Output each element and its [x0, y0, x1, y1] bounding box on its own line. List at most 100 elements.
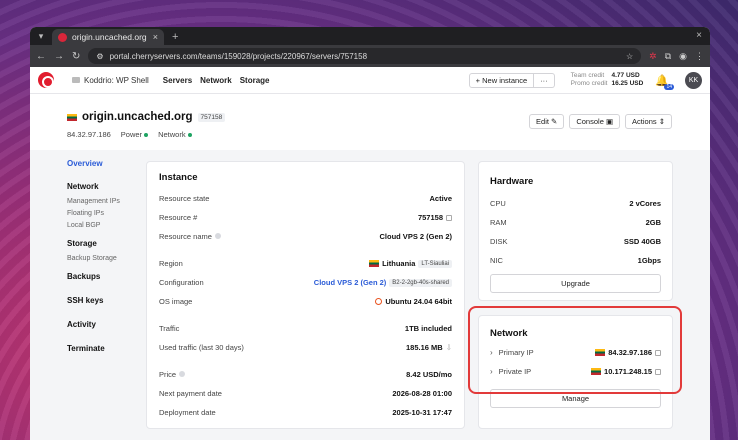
price-label: Price [159, 370, 177, 379]
console-button[interactable]: Console ▣ [569, 114, 621, 129]
url-field[interactable]: ⚙ portal.cherryservers.com/teams/159028/… [88, 48, 642, 64]
sidebar-item-network[interactable]: Network [67, 182, 147, 191]
hardware-row-disk: DISK SSD 40GB [490, 232, 661, 251]
power-status: Power [120, 130, 149, 139]
server-header: origin.uncached.org 757158 84.32.97.186 … [67, 111, 226, 139]
info-icon[interactable] [214, 233, 221, 239]
more-button[interactable]: ··· [534, 72, 555, 88]
row-configuration: Configuration Cloud VPS 2 (Gen 2) B2-2-2gb… [159, 273, 452, 292]
notifications-bell-icon[interactable]: 🔔 14 [655, 74, 674, 90]
used-traffic-label: Used traffic (last 30 days) [159, 343, 244, 352]
resource-name-label: Resource name [159, 232, 212, 241]
row-next-payment: Next payment date 2026-08-28 01:00 [159, 384, 452, 403]
site-info-icon[interactable]: ⚙ [96, 52, 103, 61]
resource-number-label: Resource # [159, 213, 198, 222]
server-sidebar: Overview Network Management IPs Floating… [67, 159, 147, 363]
resource-state-value: Active [429, 194, 452, 203]
browser-window: ▾ origin.uncached.org (7… × + × ← → ↻ ⚙ … [30, 27, 710, 440]
app-header: Koddrio: WP Shell Servers Network Storag… [30, 67, 710, 94]
row-resource-state: Resource state Active [159, 189, 452, 208]
nav-servers[interactable]: Servers [163, 76, 192, 85]
bookmark-star-icon[interactable]: ☆ [626, 52, 633, 61]
region-chip: LT-Siauliai [418, 259, 452, 268]
browser-menu-icon[interactable]: ⋮ [695, 51, 704, 62]
price-value: 8.42 USD/mo [406, 370, 452, 379]
sidebar-item-terminate[interactable]: Terminate [67, 344, 147, 353]
sidebar-item-floating-ips[interactable]: Floating IPs [67, 208, 147, 220]
sidebar-item-ssh-keys[interactable]: SSH keys [67, 296, 147, 305]
info-icon[interactable] [179, 371, 186, 377]
sidebar-item-overview[interactable]: Overview [67, 159, 147, 168]
extensions-puzzle-icon[interactable]: ⧉ [665, 51, 671, 62]
copy-icon[interactable] [446, 214, 452, 221]
hardware-card: Hardware CPU 2 vCores RAM 2GB DISK SSD 40GB… [478, 161, 673, 301]
nav-storage[interactable]: Storage [240, 76, 270, 85]
folder-icon [72, 77, 80, 83]
team-credit-label: Team credit [570, 72, 605, 79]
instance-card-title: Instance [159, 172, 198, 183]
region-value: Lithuania [382, 259, 416, 268]
lithuania-flag-icon [369, 260, 380, 267]
team-selector[interactable]: Koddrio: WP Shell [72, 76, 149, 85]
download-icon[interactable]: ⇩ [446, 343, 452, 352]
resource-state-label: Resource state [159, 194, 210, 203]
power-label: Power [120, 130, 143, 139]
close-window-icon[interactable]: × [696, 30, 702, 41]
deployment-date-label: Deployment date [159, 408, 216, 417]
sidebar-item-backups[interactable]: Backups [67, 272, 147, 281]
tab-title: origin.uncached.org (7… [72, 32, 148, 42]
sidebar-item-backup-storage[interactable]: Backup Storage [67, 253, 147, 265]
nic-value: 1Gbps [637, 256, 661, 265]
reload-icon[interactable]: ↻ [72, 51, 80, 62]
profile-icon[interactable]: ◉ [679, 51, 687, 62]
extension-icon[interactable]: ✲ [649, 51, 657, 62]
traffic-label: Traffic [159, 324, 180, 333]
configuration-link[interactable]: Cloud VPS 2 (Gen 2) [314, 278, 387, 287]
instance-card: Instance Resource state Active Resource #… [146, 161, 465, 429]
power-status-dot [144, 133, 149, 137]
back-icon[interactable]: ← [36, 51, 46, 62]
row-used-traffic: Used traffic (last 30 days) 185.16 MB ⇩ [159, 338, 452, 357]
tab-search-icon[interactable]: ▾ [34, 29, 48, 43]
network-highlight-box [468, 306, 682, 394]
next-payment-value: 2026-08-28 01:00 [392, 389, 452, 398]
disk-value: SSD 40GB [623, 237, 661, 246]
page-title: origin.uncached.org [82, 111, 193, 123]
network-label: Network [158, 130, 186, 139]
region-label: Region [159, 259, 183, 268]
lithuania-flag-icon [67, 113, 77, 121]
notification-count-badge: 14 [664, 83, 674, 90]
os-image-value: Ubuntu 24.04 64bit [385, 297, 452, 306]
traffic-value: 1TB included [404, 324, 452, 333]
sidebar-item-management-ips[interactable]: Management IPs [67, 196, 147, 208]
actions-button[interactable]: Actions ⇕ [625, 114, 672, 129]
server-ip[interactable]: 84.32.97.186 [67, 130, 111, 139]
forward-icon[interactable]: → [54, 51, 64, 62]
close-tab-icon[interactable]: × [153, 32, 158, 42]
ram-value: 2GB [645, 218, 661, 227]
hardware-card-title: Hardware [490, 176, 534, 187]
row-traffic: Traffic 1TB included [159, 319, 452, 338]
nic-label: NIC [490, 256, 503, 265]
browser-tab[interactable]: origin.uncached.org (7… × [52, 29, 164, 45]
credit-summary: Team credit 4.77 USD Promo credit 16.25 … [571, 72, 644, 88]
new-tab-icon[interactable]: + [172, 31, 178, 43]
avatar[interactable]: KK [685, 71, 702, 89]
team-credit-value: 4.77 USD [611, 72, 640, 79]
sidebar-item-local-bgp[interactable]: Local BGP [67, 220, 147, 232]
sidebar-item-storage[interactable]: Storage [67, 239, 147, 248]
edit-button[interactable]: Edit ✎ [529, 114, 565, 129]
nav-network[interactable]: Network [200, 76, 232, 85]
upgrade-button[interactable]: Upgrade [490, 274, 661, 293]
resource-number-value: 757158 [417, 213, 443, 222]
configuration-chip: B2-2-2gb-40s-shared [389, 278, 452, 287]
os-image-label: OS image [159, 297, 193, 306]
hardware-row-nic: NIC 1Gbps [490, 251, 661, 270]
hardware-row-cpu: CPU 2 vCores [490, 194, 661, 213]
cherry-logo-icon[interactable] [38, 72, 54, 88]
promo-credit-value: 16.25 USD [611, 80, 644, 87]
row-resource-number: Resource # 757158 [159, 208, 452, 227]
tab-bar: ▾ origin.uncached.org (7… × + × [30, 27, 710, 45]
new-instance-button[interactable]: + New instance [468, 72, 535, 88]
sidebar-item-activity[interactable]: Activity [67, 320, 147, 329]
